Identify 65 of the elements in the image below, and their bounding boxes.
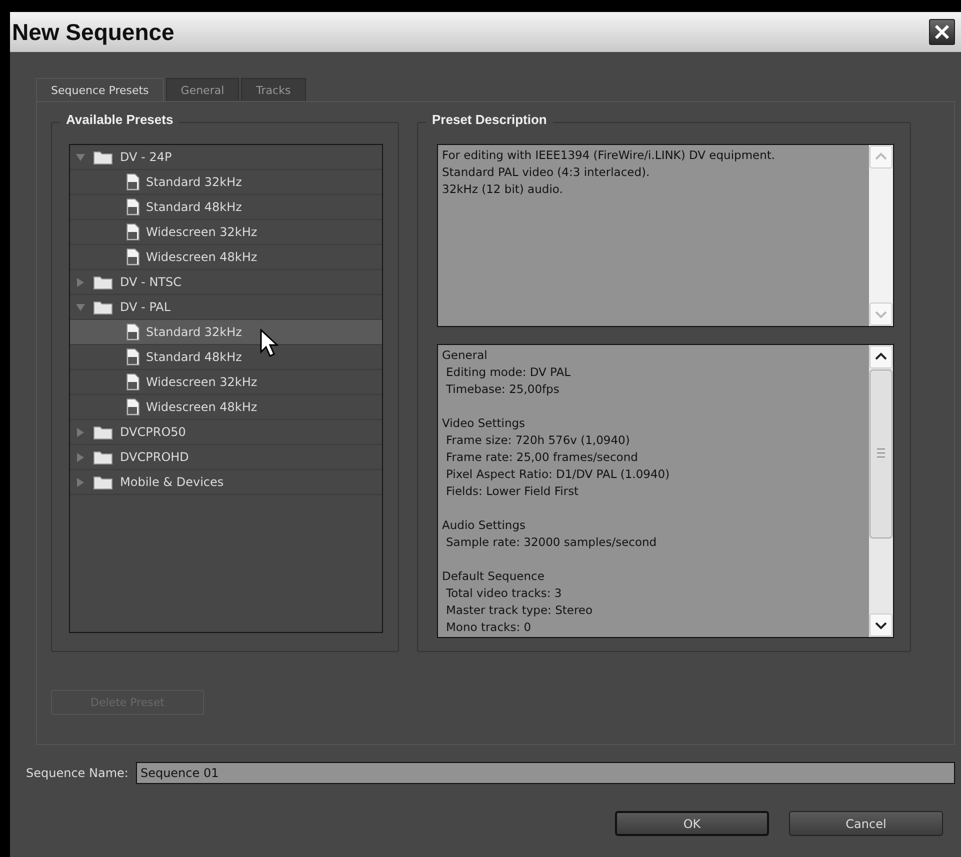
document-icon: [126, 348, 140, 366]
tab[interactable]: Tracks: [241, 78, 306, 101]
tab[interactable]: Sequence Presets: [36, 78, 164, 101]
tree-folder[interactable]: DV - 24P: [70, 145, 382, 170]
collapsed-arrow-icon[interactable]: [76, 478, 85, 486]
details-heading: Video Settings: [442, 415, 526, 432]
document-icon: [126, 248, 140, 266]
details-line: Editing mode: DV PAL: [445, 364, 572, 381]
details-heading: General: [442, 347, 488, 364]
collapsed-arrow-icon[interactable]: [76, 278, 85, 286]
section-title: Available Presets: [60, 112, 180, 127]
details-heading: Audio Settings: [442, 517, 527, 534]
expanded-arrow-icon[interactable]: [76, 302, 85, 312]
details-line: Frame rate: 25,00 frames/second: [445, 449, 639, 466]
tree-folder[interactable]: Mobile & Devices: [70, 470, 382, 495]
details-line: Sample rate: 32000 samples/second: [445, 534, 658, 551]
details-line: Pixel Aspect Ratio: D1/DV PAL (1.0940): [445, 466, 671, 483]
details-line: Fields: Lower Field First: [445, 483, 580, 500]
tree-preset[interactable]: Widescreen 48kHz: [70, 395, 382, 420]
tree-preset[interactable]: Widescreen 32kHz: [70, 220, 382, 245]
folder-icon: [93, 450, 113, 464]
tree-folder[interactable]: DVCPROHD: [70, 445, 382, 470]
document-icon: [126, 223, 140, 241]
folder-icon: [93, 300, 113, 314]
scrollbar-thumb[interactable]: [869, 369, 893, 539]
details-line: Total video tracks: 3: [445, 585, 563, 602]
expanded-arrow-icon[interactable]: [76, 152, 85, 162]
folder-icon: [93, 474, 113, 490]
description-line: 32kHz (12 bit) audio.: [442, 181, 564, 198]
field-label: Sequence Name:: [26, 766, 128, 780]
folder-icon: [93, 424, 113, 440]
tree-preset[interactable]: Widescreen 48kHz: [70, 245, 382, 270]
details-heading: Default Sequence: [442, 568, 546, 585]
ok-button[interactable]: OK: [615, 811, 769, 836]
close-icon: [934, 24, 950, 40]
collapsed-arrow-icon[interactable]: [76, 452, 85, 462]
section-title: Preset Description: [426, 112, 553, 127]
tree-preset[interactable]: Standard 48kHz: [70, 195, 382, 220]
tree-folder[interactable]: DV - NTSC: [70, 270, 382, 295]
document-icon: [126, 198, 140, 216]
details-line: Frame size: 720h 576v (1,0940): [445, 432, 631, 449]
close-button[interactable]: [929, 19, 955, 45]
folder-icon: [93, 150, 113, 164]
tree-preset[interactable]: Standard 32kHz: [70, 320, 382, 345]
tree-preset[interactable]: Widescreen 32kHz: [70, 370, 382, 395]
cancel-button[interactable]: Cancel: [789, 811, 943, 836]
collapsed-arrow-icon[interactable]: [76, 428, 85, 436]
tree-preset[interactable]: Standard 32kHz: [70, 170, 382, 195]
document-icon: [126, 323, 140, 341]
document-icon: [126, 373, 140, 391]
description-line: Standard PAL video (4:3 interlaced).: [442, 164, 651, 181]
sequence-name-field[interactable]: Sequence 01: [136, 762, 955, 784]
tab[interactable]: General: [166, 78, 240, 101]
tree-folder[interactable]: DVCPRO50: [70, 420, 382, 445]
details-line: Mono tracks: 0: [445, 619, 532, 636]
scroll-down-icon[interactable]: [869, 613, 893, 637]
document-icon: [126, 173, 140, 191]
details-line: Master track type: Stereo: [445, 602, 594, 619]
cursor-icon: [260, 329, 282, 359]
scroll-up-icon[interactable]: [869, 345, 893, 369]
window-title: New Sequence: [12, 18, 174, 46]
folder-icon: [93, 274, 113, 290]
details-line: Timebase: 25,00fps: [445, 381, 560, 398]
document-icon: [126, 398, 140, 416]
description-line: For editing with IEEE1394 (FireWire/i.LINK) DV equipment.: [442, 147, 776, 164]
